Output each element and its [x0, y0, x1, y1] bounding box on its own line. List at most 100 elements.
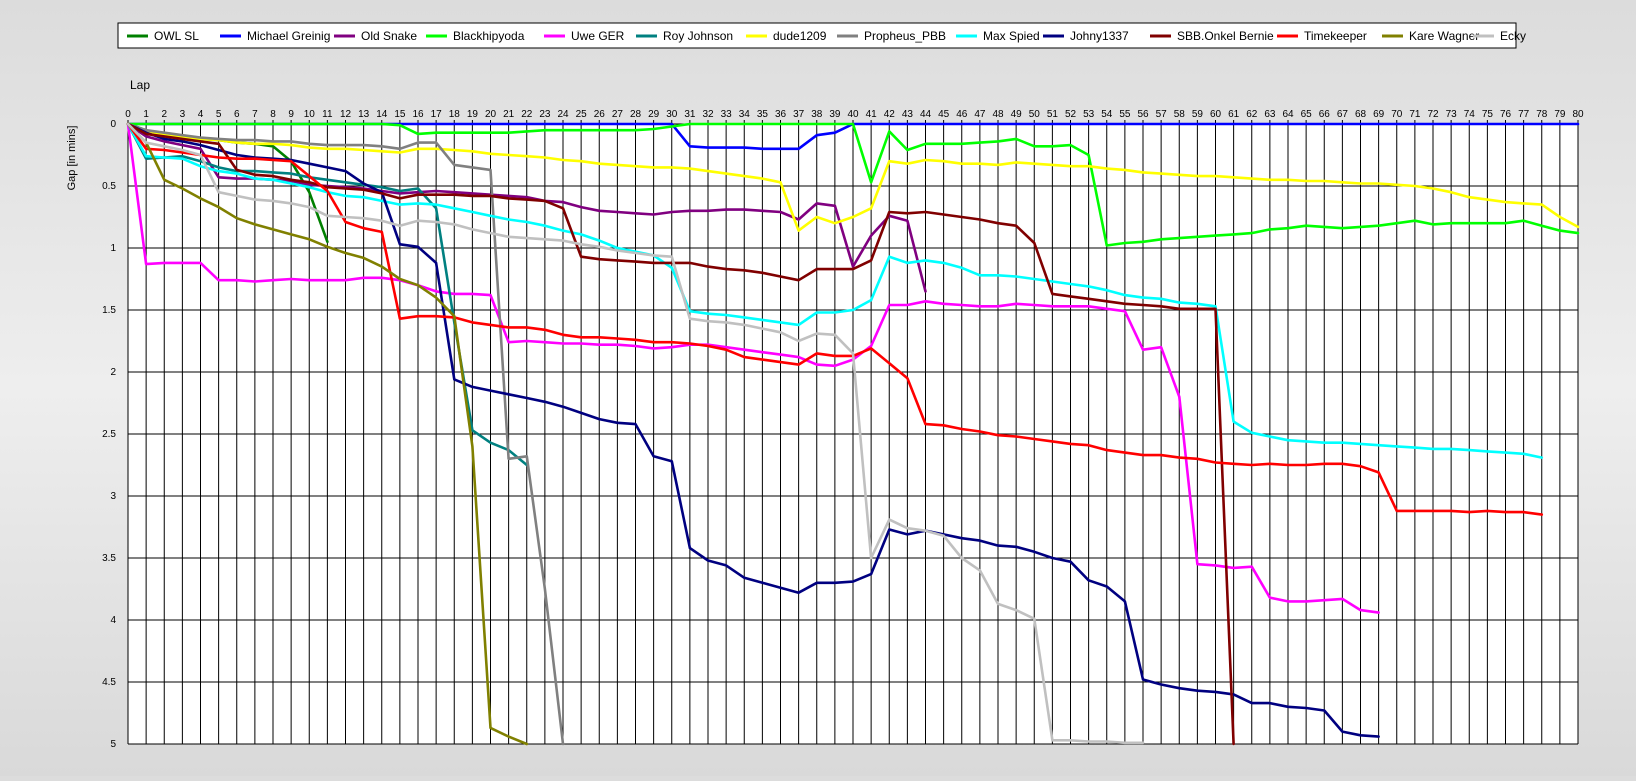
x-tick-label: 12 — [340, 109, 352, 120]
x-tick-label: 55 — [1119, 109, 1131, 120]
legend-label: Propheus_PBB — [864, 29, 946, 43]
x-tick-label: 10 — [304, 109, 316, 120]
x-tick-label: 7 — [252, 109, 258, 120]
x-tick-label: 40 — [847, 109, 859, 120]
x-tick-label: 53 — [1083, 109, 1095, 120]
x-tick-label: 0 — [125, 109, 131, 120]
y-tick-label: 5 — [110, 739, 116, 750]
legend-label: Uwe GER — [571, 29, 625, 43]
x-tick-label: 41 — [866, 109, 878, 120]
x-tick-label: 37 — [793, 109, 805, 120]
legend: OWL SL Michael Greinig Old Snake Blackhipyo… — [117, 22, 1526, 49]
x-tick-label: 8 — [270, 109, 276, 120]
legend-label: Max Spied — [983, 29, 1040, 43]
x-tick-label: 35 — [757, 109, 769, 120]
x-tick-label: 76 — [1500, 109, 1512, 120]
x-tick-label: 5 — [216, 109, 222, 120]
x-tick-label: 23 — [539, 109, 551, 120]
gap-chart: OWL SL Michael Greinig Old Snake Blackhipyo… — [0, 0, 1636, 776]
y-tick-label: 2.5 — [102, 429, 116, 440]
legend-label: SBB.Onkel Bernie — [1177, 29, 1274, 43]
x-tick-label: 17 — [431, 109, 443, 120]
legend-label: Ecky — [1500, 29, 1526, 43]
x-tick-label: 51 — [1047, 109, 1059, 120]
x-tick-label: 80 — [1572, 109, 1584, 120]
x-tick-label: 38 — [811, 109, 823, 120]
legend-label: Old Snake — [361, 29, 417, 43]
x-tick-label: 30 — [666, 109, 678, 120]
legend-label: Roy Johnson — [663, 29, 733, 43]
legend-label: OWL SL — [154, 29, 199, 43]
y-axis-label: Gap [in mins] — [66, 126, 78, 191]
x-tick-label: 22 — [521, 109, 533, 120]
legend-label: dude1209 — [773, 29, 827, 43]
x-tick-label: 42 — [884, 109, 896, 120]
y-tick-label: 1 — [110, 243, 116, 254]
x-tick-label: 62 — [1246, 109, 1258, 120]
x-tick-label: 39 — [829, 109, 841, 120]
x-tick-label: 6 — [234, 109, 240, 120]
x-tick-label: 24 — [557, 109, 569, 120]
x-tick-label: 33 — [721, 109, 733, 120]
x-tick-label: 9 — [288, 109, 294, 120]
x-tick-label: 63 — [1264, 109, 1276, 120]
y-tick-label: 3.5 — [102, 553, 116, 564]
y-tick-label: 0 — [110, 119, 116, 130]
x-tick-label: 21 — [503, 109, 515, 120]
x-tick-label: 19 — [467, 109, 479, 120]
y-tick-label: 3 — [110, 491, 116, 502]
x-tick-label: 43 — [902, 109, 914, 120]
x-tick-label: 66 — [1319, 109, 1331, 120]
x-tick-label: 29 — [648, 109, 660, 120]
legend-label: Blackhipyoda — [453, 29, 525, 43]
y-tick-label: 1.5 — [102, 305, 116, 316]
y-tick-labels: 0 0.5 1 1.5 2 2.5 3 3.5 4 4.5 5 — [102, 119, 116, 750]
x-tick-label: 14 — [376, 109, 388, 120]
x-tick-label: 78 — [1536, 109, 1548, 120]
x-tick-label: 16 — [412, 109, 424, 120]
x-tick-label: 31 — [684, 109, 696, 120]
y-tick-label: 4.5 — [102, 677, 116, 688]
x-tick-label: 27 — [612, 109, 624, 120]
x-tick-label: 54 — [1101, 109, 1113, 120]
x-tick-label: 64 — [1282, 109, 1294, 120]
legend-label: Michael Greinig — [247, 29, 330, 43]
x-tick-label: 73 — [1446, 109, 1458, 120]
x-tick-label: 34 — [739, 109, 751, 120]
x-tick-label: 26 — [594, 109, 606, 120]
x-tick-label: 4 — [198, 109, 204, 120]
legend-label: Kare Wagner — [1409, 29, 1479, 43]
x-tick-label: 65 — [1301, 109, 1313, 120]
x-tick-label: 70 — [1391, 109, 1403, 120]
x-tick-label: 72 — [1427, 109, 1439, 120]
x-tick-labels: 0 1 2 3 4 5 6 7 8 9 10 11 12 13 14 15 16 17 18 19 20 21 22 23 24… — [125, 109, 1584, 120]
x-tick-label: 50 — [1029, 109, 1041, 120]
x-tick-label: 58 — [1174, 109, 1186, 120]
legend-label: Timekeeper — [1304, 29, 1367, 43]
y-tick-label: 0.5 — [102, 181, 116, 192]
x-tick-label: 45 — [938, 109, 950, 120]
x-tick-label: 59 — [1192, 109, 1204, 120]
x-tick-label: 3 — [180, 109, 186, 120]
x-tick-label: 20 — [485, 109, 497, 120]
x-tick-label: 32 — [702, 109, 714, 120]
x-tick-label: 74 — [1464, 109, 1476, 120]
x-tick-label: 71 — [1409, 109, 1421, 120]
x-tick-label: 49 — [1011, 109, 1023, 120]
x-tick-label: 18 — [449, 109, 461, 120]
y-tick-label: 4 — [110, 615, 116, 626]
y-tick-label: 2 — [110, 367, 116, 378]
x-tick-label: 15 — [394, 109, 406, 120]
x-tick-label: 48 — [992, 109, 1004, 120]
x-tick-label: 75 — [1482, 109, 1494, 120]
x-tick-label: 77 — [1518, 109, 1530, 120]
x-tick-label: 52 — [1065, 109, 1077, 120]
x-tick-label: 13 — [358, 109, 370, 120]
x-tick-label: 69 — [1373, 109, 1385, 120]
x-tick-label: 36 — [775, 109, 787, 120]
x-tick-label: 61 — [1228, 109, 1240, 120]
x-tick-label: 1 — [143, 109, 149, 120]
x-tick-label: 28 — [630, 109, 642, 120]
x-tick-label: 56 — [1137, 109, 1149, 120]
x-tick-label: 47 — [974, 109, 986, 120]
